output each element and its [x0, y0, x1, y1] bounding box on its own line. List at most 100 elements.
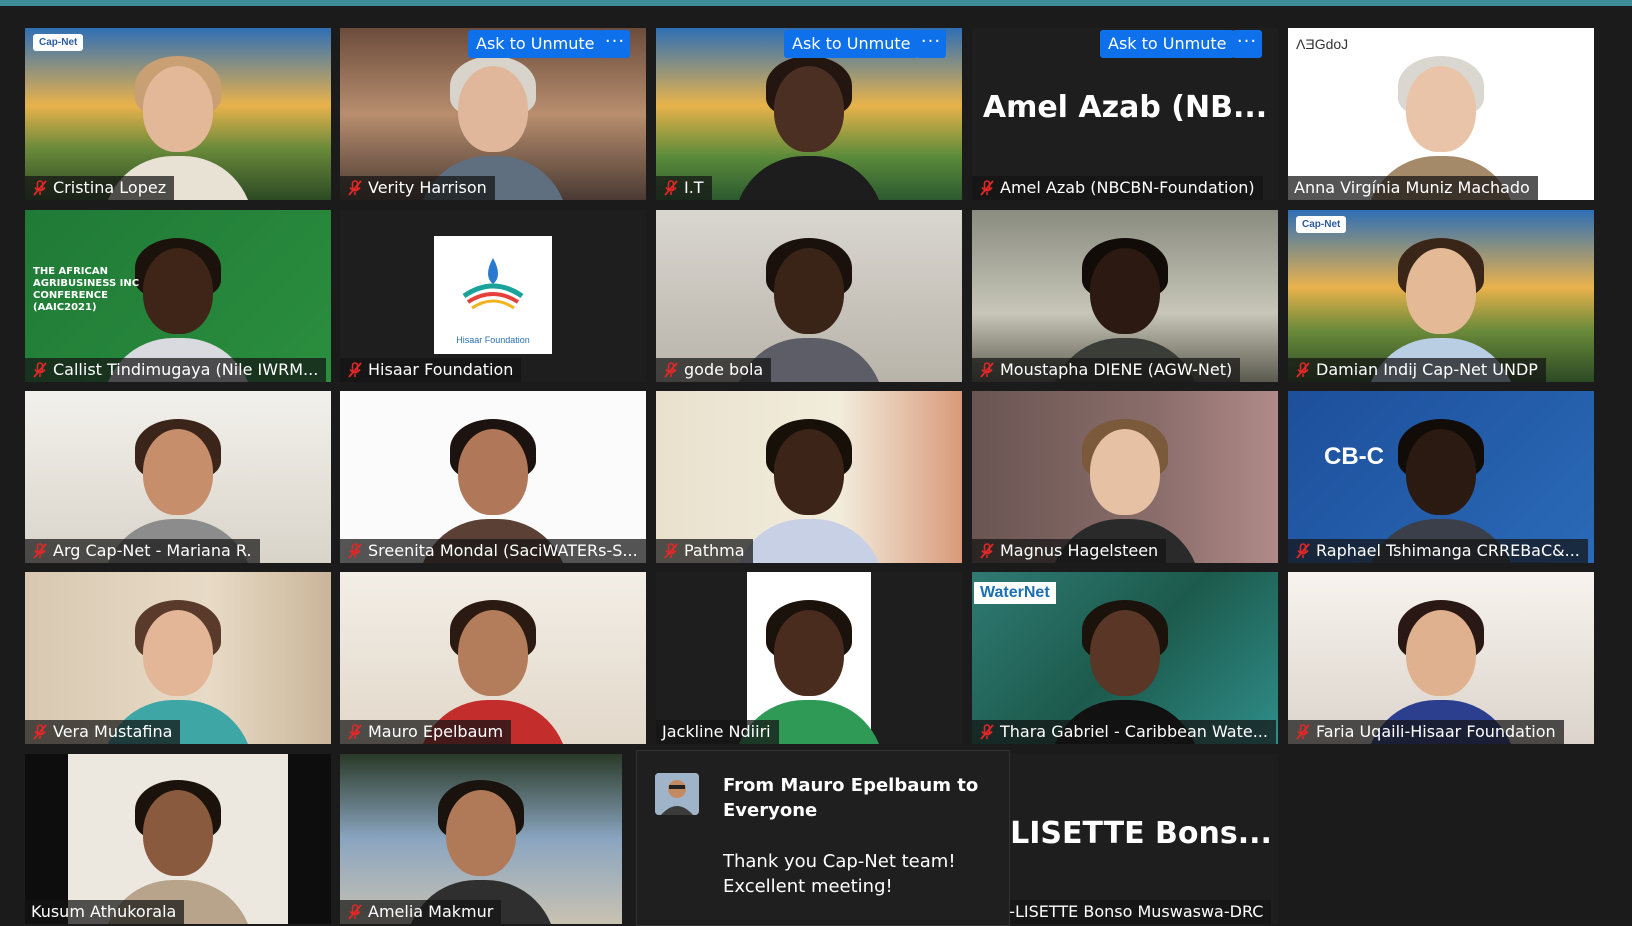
mic-muted-icon: [346, 723, 364, 741]
participant-tile[interactable]: Ask to Unmute ··· I.T: [656, 28, 962, 200]
mic-muted-icon: [1294, 723, 1312, 741]
participant-silhouette: [734, 411, 884, 563]
org-logo: CB-C: [1324, 443, 1384, 470]
participant-tile[interactable]: Pathma: [656, 391, 962, 563]
ask-to-unmute-button[interactable]: Ask to Unmute: [784, 30, 919, 58]
participant-tile[interactable]: Kusum Athukorala: [25, 754, 331, 924]
participant-name-tag: Moustapha DIENE (AGW-Net): [972, 358, 1241, 382]
participant-name-tag: Kusum Athukorala: [25, 900, 185, 924]
participant-tile[interactable]: Ask to Unmute ··· Verity Harrison: [340, 28, 646, 200]
participant-name-tag: Verity Harrison: [340, 176, 495, 200]
participant-name: Pathma: [684, 541, 745, 560]
participant-name: Kusum Athukorala: [31, 902, 177, 921]
more-options-button[interactable]: ···: [916, 30, 946, 58]
org-logo: WaterNet: [974, 582, 1056, 604]
participant-name-tag: Raphael Tshimanga CRREBaC&...: [1288, 539, 1588, 563]
mic-muted-icon: [978, 723, 996, 741]
participant-name-tag: gode bola: [656, 358, 772, 382]
participant-name-tag: Thara Gabriel - Caribbean Wate...: [972, 720, 1276, 744]
participant-name-tag: F-LISETTE Bonso Muswaswa-DRC: [972, 900, 1272, 924]
participant-tile[interactable]: Amel Azab (NB... Ask to Unmute ··· Amel Aza…: [972, 28, 1278, 200]
mic-muted-icon: [31, 361, 49, 379]
participant-name: Mauro Epelbaum: [368, 722, 504, 741]
participant-name-tag: Callist Tindimugaya (Nile IWRM...: [25, 358, 327, 382]
mic-muted-icon: [31, 179, 49, 197]
mic-muted-icon: [346, 179, 364, 197]
participant-name-tag: Hisaar Foundation: [340, 358, 522, 382]
mic-muted-icon: [346, 903, 364, 921]
participant-name-tag: Jackline Ndiiri: [656, 720, 779, 744]
participant-name: Sreenita Mondal (SaciWATERs-S...: [368, 541, 638, 560]
participant-name: Magnus Hagelsteen: [1000, 541, 1159, 560]
participant-name: Cristina Lopez: [53, 178, 167, 197]
participant-name: Moustapha DIENE (AGW-Net): [1000, 360, 1233, 379]
participant-name: Damian Indij Cap-Net UNDP: [1316, 360, 1538, 379]
mic-muted-icon: [978, 179, 996, 197]
participant-name-tag: Anna Virgínia Muniz Machado: [1288, 176, 1538, 200]
participant-name-tag: I.T: [656, 176, 712, 200]
ask-to-unmute-button[interactable]: Ask to Unmute: [468, 30, 603, 58]
mic-muted-icon: [978, 361, 996, 379]
participant-name-tag: Pathma: [656, 539, 753, 563]
more-options-button[interactable]: ···: [600, 30, 630, 58]
mic-muted-icon: [978, 542, 996, 560]
participant-name-tag: Vera Mustafina: [25, 720, 181, 744]
participant-name-tag: Arg Cap-Net - Mariana R.: [25, 539, 260, 563]
mic-muted-icon: [31, 723, 49, 741]
participant-tile[interactable]: THE AFRICAN AGRIBUSINESS INC CONFERENCE …: [25, 210, 331, 382]
participant-tile[interactable]: Vera Mustafina: [25, 572, 331, 744]
participant-tile[interactable]: F-LISETTE Bons... F-LISETTE Bonso Muswasw…: [972, 754, 1278, 924]
mic-muted-icon: [662, 361, 680, 379]
participant-name-tag: Magnus Hagelsteen: [972, 539, 1167, 563]
participant-name-tag: Mauro Epelbaum: [340, 720, 512, 744]
participant-tile[interactable]: Magnus Hagelsteen: [972, 391, 1278, 563]
chat-sender-avatar: [655, 773, 699, 815]
participant-tile[interactable]: Hisaar Foundation Hisaar Foundation: [340, 210, 646, 382]
participant-tile[interactable]: WaterNet Thara Gabriel - Caribbean Wate..…: [972, 572, 1278, 744]
participant-display-name: Amel Azab (NB...: [982, 90, 1268, 125]
chat-from-label: From Mauro Epelbaum to Everyone: [723, 775, 979, 821]
mic-muted-icon: [346, 361, 364, 379]
chat-notification[interactable]: From Mauro Epelbaum to Everyone Thank yo…: [636, 750, 1010, 926]
participant-tile[interactable]: gode bola: [656, 210, 962, 382]
participant-name: Faria Uqaili-Hisaar Foundation: [1316, 722, 1556, 741]
participant-tile[interactable]: Jackline Ndiiri: [656, 572, 962, 744]
org-logo: Cap-Net: [1296, 216, 1347, 233]
conference-banner: THE AFRICAN AGRIBUSINESS INC CONFERENCE …: [33, 266, 140, 313]
participant-tile[interactable]: Cap-Net Cristina Lopez: [25, 28, 331, 200]
chat-message-text: Thank you Cap-Net team! Excellent meetin…: [723, 851, 956, 897]
mic-muted-icon: [1294, 361, 1312, 379]
participant-name: Vera Mustafina: [53, 722, 173, 741]
mic-muted-icon: [662, 542, 680, 560]
participant-name: Raphael Tshimanga CRREBaC&...: [1316, 541, 1580, 560]
participant-name: Verity Harrison: [368, 178, 487, 197]
participant-name: gode bola: [684, 360, 764, 379]
participant-name-tag: Amelia Makmur: [340, 900, 502, 924]
hisaar-logo: Hisaar Foundation: [434, 236, 552, 354]
participant-tile[interactable]: Faria Uqaili-Hisaar Foundation: [1288, 572, 1594, 744]
participant-tile[interactable]: Arg Cap-Net - Mariana R.: [25, 391, 331, 563]
participant-name: Callist Tindimugaya (Nile IWRM...: [53, 360, 319, 379]
participant-tile[interactable]: ΛƎGdoJ Anna Virgínia Muniz Machado: [1288, 28, 1594, 200]
participant-tile[interactable]: Cap-Net Damian Indij Cap-Net UNDP: [1288, 210, 1594, 382]
participant-name-tag: Cristina Lopez: [25, 176, 175, 200]
ask-to-unmute-button[interactable]: Ask to Unmute: [1100, 30, 1235, 58]
participant-name-tag: Faria Uqaili-Hisaar Foundation: [1288, 720, 1564, 744]
participant-name: Amelia Makmur: [368, 902, 494, 921]
participant-tile[interactable]: CB-C Raphael Tshimanga CRREBaC&...: [1288, 391, 1594, 563]
more-options-button[interactable]: ···: [1232, 30, 1262, 58]
participant-tile[interactable]: Mauro Epelbaum: [340, 572, 646, 744]
participant-name: F-LISETTE Bonso Muswaswa-DRC: [1000, 902, 1264, 921]
hisaar-logo-text: Hisaar Foundation: [456, 335, 530, 345]
accent-bar: [0, 0, 1632, 6]
participant-tile[interactable]: Sreenita Mondal (SaciWATERs-S...: [340, 391, 646, 563]
participant-name: Arg Cap-Net - Mariana R.: [53, 541, 252, 560]
mic-muted-icon: [662, 179, 680, 197]
participant-name-tag: Damian Indij Cap-Net UNDP: [1288, 358, 1546, 382]
mic-muted-icon: [1294, 542, 1312, 560]
participant-name-tag: Amel Azab (NBCBN-Foundation): [972, 176, 1263, 200]
participant-tile[interactable]: Moustapha DIENE (AGW-Net): [972, 210, 1278, 382]
mic-muted-icon: [31, 542, 49, 560]
org-logo: Cap-Net: [33, 34, 84, 51]
participant-tile[interactable]: Amelia Makmur: [340, 754, 622, 924]
